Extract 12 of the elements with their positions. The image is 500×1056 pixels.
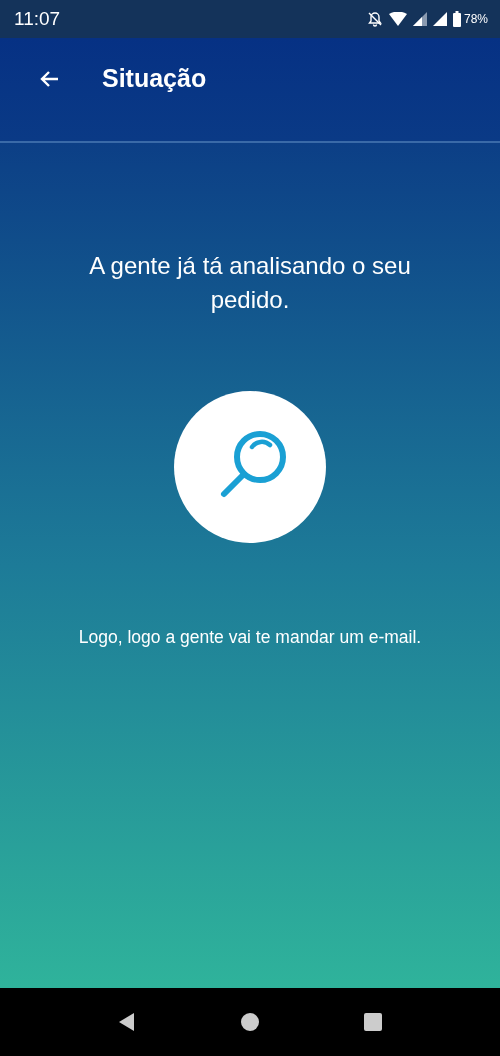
wifi-icon <box>388 12 407 26</box>
status-message: A gente já tá analisando o seu pedido. <box>88 251 412 315</box>
status-time: 11:07 <box>14 8 61 30</box>
battery-percentage: 78% <box>463 12 488 26</box>
email-note: Logo, logo a gente vai te mandar um e-mail. <box>78 627 422 648</box>
signal-icon <box>412 12 427 26</box>
signal-icon <box>432 12 447 26</box>
muted-bell-icon <box>366 11 383 27</box>
square-icon <box>363 1012 384 1032</box>
screen-title: Situação <box>102 64 207 93</box>
circle-icon <box>240 1012 260 1032</box>
battery-icon <box>452 11 461 27</box>
